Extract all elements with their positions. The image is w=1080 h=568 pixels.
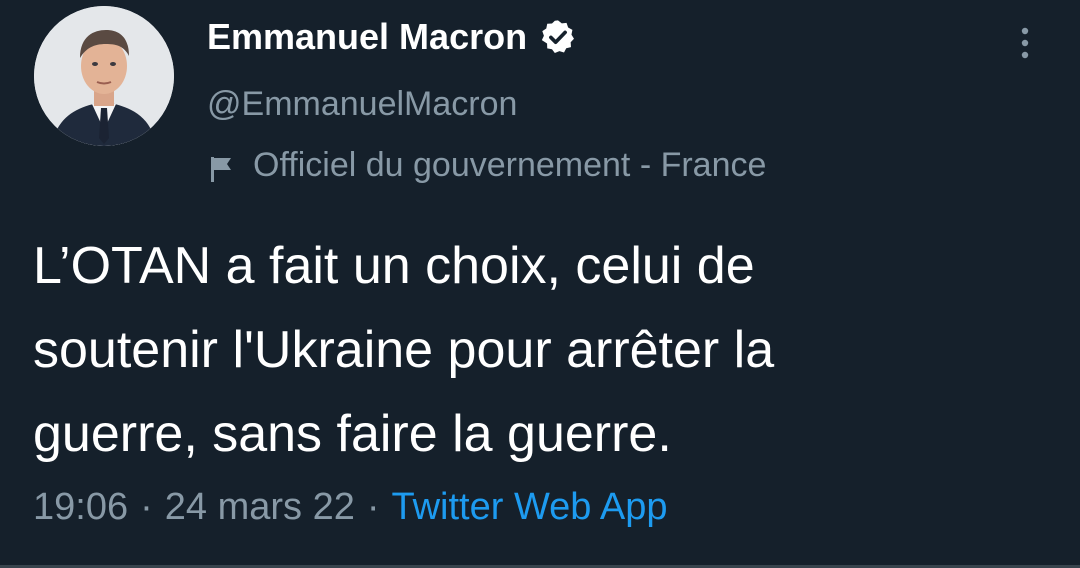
more-vertical-icon[interactable] [1008,22,1042,64]
tweet-card: Emmanuel Macron @EmmanuelMacron Officiel… [0,0,1080,568]
display-name[interactable]: Emmanuel Macron [207,14,577,60]
tweet-date[interactable]: 24 mars 22 [165,486,355,528]
tweet-metadata: 19:06 · 24 mars 22 · Twitter Web App [33,482,667,532]
user-handle[interactable]: @EmmanuelMacron [207,82,517,126]
avatar-image [34,6,174,146]
tweet-text: L’OTAN a fait un choix, celui de souteni… [33,224,1043,476]
avatar[interactable] [34,6,174,146]
government-label-text: Officiel du gouvernement - France [253,146,767,184]
meta-separator: · [366,486,380,528]
meta-separator: · [140,486,153,528]
government-label: Officiel du gouvernement - France [207,142,766,188]
tweet-text-line: L’OTAN a fait un choix, celui de [33,237,755,295]
flag-icon [207,150,237,182]
tweet-time[interactable]: 19:06 [33,486,128,528]
tweet-text-line: soutenir l'Ukraine pour arrêter la [33,321,775,379]
tweet-source-link[interactable]: Twitter Web App [392,486,668,528]
tweet-text-line: guerre, sans faire la guerre. [33,405,672,463]
verified-badge-icon [539,18,577,56]
display-name-text: Emmanuel Macron [207,16,528,57]
